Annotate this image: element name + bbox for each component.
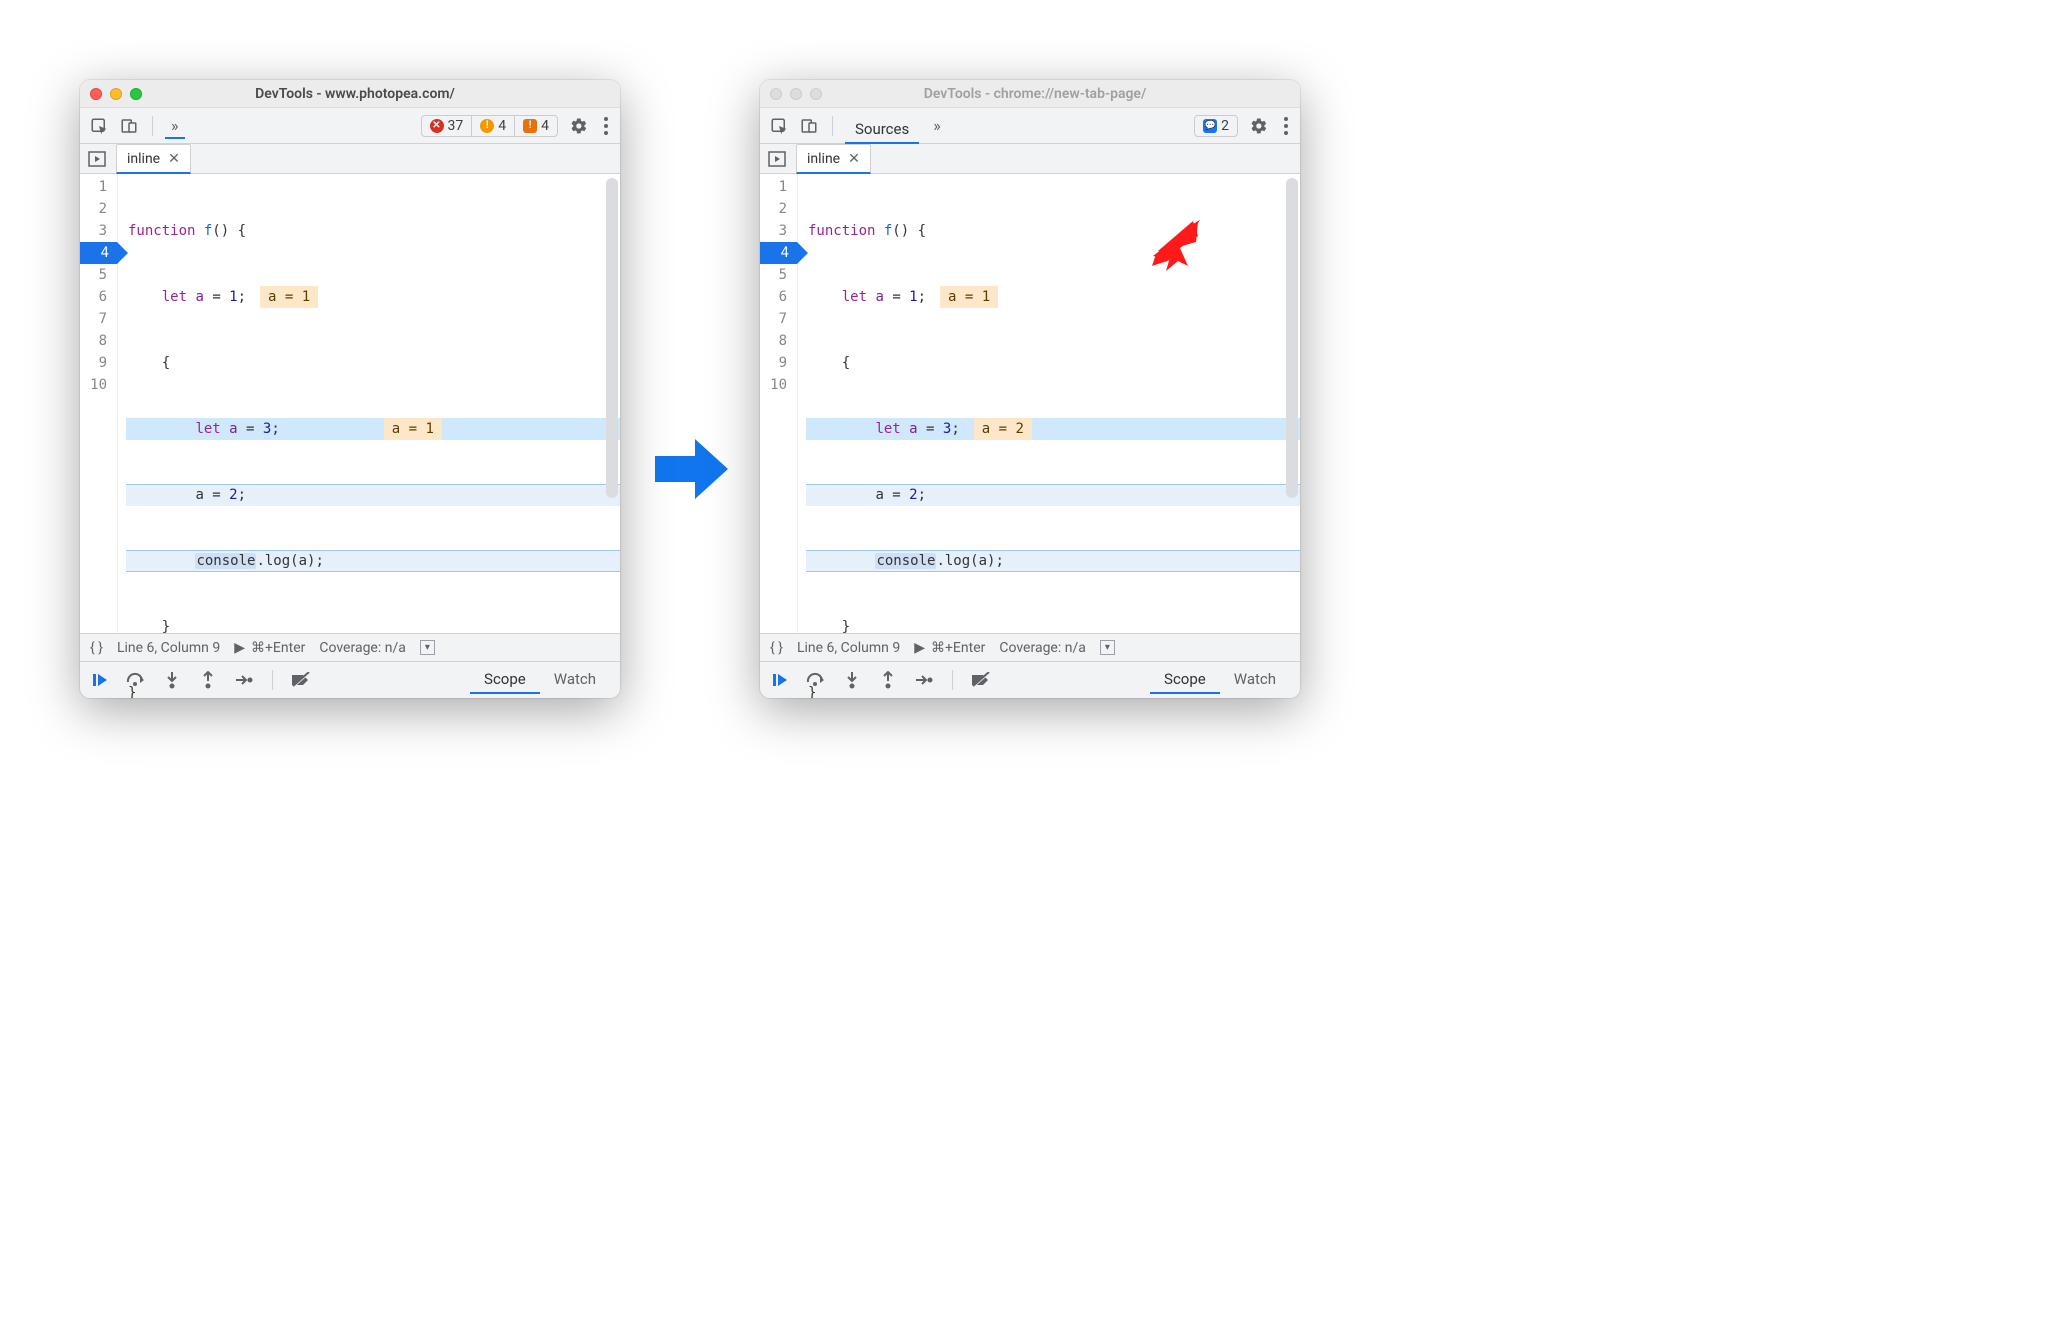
titlebar: DevTools - chrome://new-tab-page/ [760, 80, 1300, 108]
main-toolbar: » ✕ 37 ! 4 ! 4 [80, 108, 620, 144]
info-badge[interactable]: ! 4 [514, 116, 557, 136]
line-number[interactable]: 2 [760, 198, 791, 220]
warning-count: 4 [498, 118, 506, 134]
titlebar: DevTools - www.photopea.com/ [80, 80, 620, 108]
resume-icon[interactable] [90, 670, 110, 690]
line-number[interactable]: 6 [80, 286, 111, 308]
execution-line-marker[interactable]: 4 [760, 242, 797, 264]
devtools-window-right: DevTools - chrome://new-tab-page/ Source… [760, 80, 1300, 698]
line-number[interactable]: 8 [80, 330, 111, 352]
error-icon: ✕ [430, 119, 444, 133]
file-tab[interactable]: inline ✕ [116, 144, 191, 174]
inspect-icon[interactable] [768, 115, 790, 137]
issues-badge[interactable]: 💬 2 [1195, 116, 1237, 136]
scrollbar[interactable] [606, 178, 618, 498]
line-number[interactable]: 1 [80, 176, 111, 198]
inline-value-annotation: a = 1 [940, 286, 998, 308]
line-number[interactable]: 1 [760, 176, 791, 198]
more-tabs-chevron[interactable]: » [165, 114, 185, 139]
info-icon: ! [523, 119, 537, 133]
settings-icon[interactable] [1246, 117, 1272, 135]
devtools-window-left: DevTools - www.photopea.com/ » ✕ 37 ! 4 [80, 80, 620, 698]
file-tab-label: inline [807, 151, 840, 167]
code-content[interactable]: function f() { let a = 1;a = 1 { let a =… [798, 174, 1300, 633]
prettify-icon[interactable]: { } [770, 640, 783, 656]
main-toolbar: Sources » 💬 2 [760, 108, 1300, 144]
line-number[interactable]: 10 [80, 374, 111, 396]
file-tab-label: inline [127, 151, 160, 167]
line-number[interactable]: 8 [760, 330, 791, 352]
code-content[interactable]: function f() { let a = 1;a = 1 { let a =… [118, 174, 620, 633]
code-editor[interactable]: 1 2 3 4 5 6 7 8 9 10 function f() { let … [760, 174, 1300, 634]
chat-icon: 💬 [1203, 119, 1217, 133]
transition-arrow [650, 434, 730, 504]
warning-badge[interactable]: ! 4 [471, 116, 514, 136]
console-counts[interactable]: 💬 2 [1194, 115, 1238, 137]
snippets-run-icon[interactable] [764, 144, 790, 173]
line-number[interactable]: 3 [760, 220, 791, 242]
warning-icon: ! [480, 119, 494, 133]
line-number[interactable]: 3 [80, 220, 111, 242]
resume-icon[interactable] [770, 670, 790, 690]
window-title: DevTools - www.photopea.com/ [100, 86, 610, 102]
error-count: 37 [448, 118, 464, 134]
more-tabs-chevron[interactable]: » [927, 114, 947, 139]
line-number[interactable]: 9 [80, 352, 111, 374]
scrollbar[interactable] [1286, 178, 1298, 498]
file-tab[interactable]: inline ✕ [796, 144, 871, 174]
menu-icon[interactable] [1280, 117, 1292, 135]
settings-icon[interactable] [566, 117, 592, 135]
prettify-icon[interactable]: { } [90, 640, 103, 656]
inline-value-annotation: a = 1 [384, 418, 442, 440]
info-count: 4 [541, 118, 549, 134]
close-icon[interactable]: ✕ [846, 151, 860, 167]
line-gutter: 1 2 3 4 5 6 7 8 9 10 [80, 174, 118, 633]
code-editor[interactable]: 1 2 3 4 5 6 7 8 9 10 function f() { let … [80, 174, 620, 634]
inline-value-annotation: a = 1 [260, 286, 318, 308]
inline-value-annotation: a = 2 [974, 418, 1032, 440]
close-icon[interactable]: ✕ [166, 151, 180, 167]
device-icon[interactable] [118, 115, 140, 137]
device-icon[interactable] [798, 115, 820, 137]
line-number[interactable]: 7 [80, 308, 111, 330]
separator [152, 116, 153, 136]
window-title: DevTools - chrome://new-tab-page/ [780, 86, 1290, 102]
console-counts[interactable]: ✕ 37 ! 4 ! 4 [421, 115, 559, 137]
line-number[interactable]: 2 [80, 198, 111, 220]
file-tabbar: inline ✕ [80, 144, 620, 174]
line-number[interactable]: 6 [760, 286, 791, 308]
line-number[interactable]: 5 [80, 264, 111, 286]
menu-icon[interactable] [600, 117, 612, 135]
line-gutter: 1 2 3 4 5 6 7 8 9 10 [760, 174, 798, 633]
error-badge[interactable]: ✕ 37 [422, 116, 472, 136]
inspect-icon[interactable] [88, 115, 110, 137]
issues-count: 2 [1221, 118, 1229, 134]
separator [832, 116, 833, 136]
snippets-run-icon[interactable] [84, 144, 110, 173]
line-number[interactable]: 7 [760, 308, 791, 330]
line-number[interactable]: 10 [760, 374, 791, 396]
line-number[interactable]: 5 [760, 264, 791, 286]
line-number[interactable]: 9 [760, 352, 791, 374]
file-tabbar: inline ✕ [760, 144, 1300, 174]
execution-line-marker[interactable]: 4 [80, 242, 117, 264]
sources-tab[interactable]: Sources [845, 116, 919, 144]
